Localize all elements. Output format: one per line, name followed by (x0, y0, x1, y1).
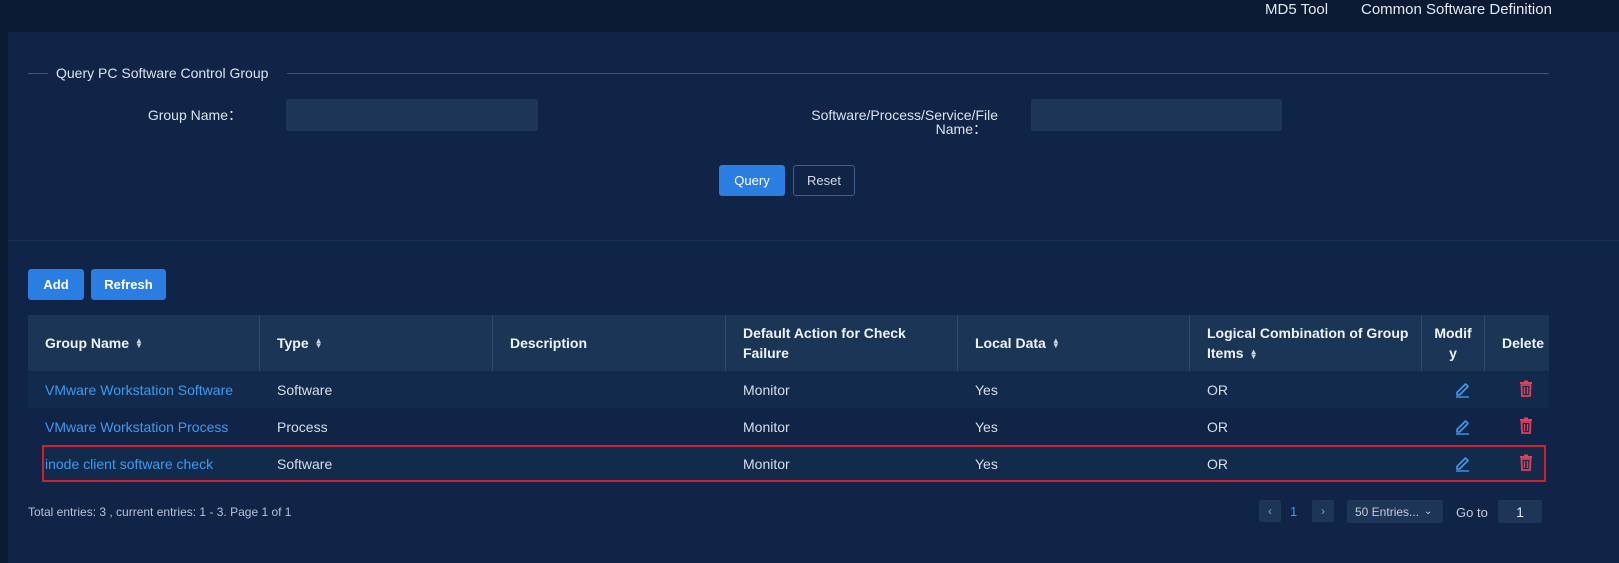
group-name-link[interactable]: VMware Workstation Process (45, 408, 228, 445)
logical-cell: OR (1207, 418, 1228, 435)
sort-icon[interactable]: ▲ ▼ (135, 337, 143, 350)
software-name-input[interactable] (1031, 99, 1282, 131)
top-bar: MD5 Tool Common Software Definition (0, 0, 1619, 32)
header-local-data[interactable]: Local Data ▲ ▼ (958, 315, 1190, 371)
query-section-title: Query PC Software Control Group (56, 65, 269, 81)
logical-cell: OR (1207, 455, 1228, 472)
type-cell: Software (277, 455, 333, 472)
header-group-name-label: Group Name (45, 335, 130, 351)
trash-icon[interactable] (1516, 416, 1536, 436)
query-button[interactable]: Query (719, 165, 785, 196)
page-size-select[interactable]: 50 Entries... ⌄ (1347, 500, 1443, 523)
trash-icon[interactable] (1516, 453, 1536, 473)
header-logical-combination[interactable]: Logical Combination of Group Items ▲ ▼ (1190, 315, 1422, 371)
header-modify: Modif y (1422, 315, 1485, 371)
chevron-left-icon[interactable]: ‹ (1259, 500, 1281, 522)
section-divider (8, 240, 1619, 241)
default-action-cell: Monitor (743, 455, 790, 472)
sort-icon[interactable]: ▲ ▼ (1052, 337, 1060, 350)
pencil-icon[interactable] (1453, 453, 1473, 473)
header-type-label: Type (277, 335, 309, 351)
header-delete-label: Delete (1502, 335, 1545, 351)
trash-icon[interactable] (1516, 379, 1536, 399)
goto-page-input[interactable]: 1 (1498, 500, 1542, 523)
header-default-action: Default Action for Check Failure (726, 315, 958, 371)
header-group-name[interactable]: Group Name ▲ ▼ (28, 315, 260, 371)
page-size-value: 50 Entries... (1355, 504, 1420, 519)
header-default-action-label: Default Action for Check Failure (743, 323, 906, 363)
type-cell: Process (277, 418, 328, 435)
header-local-data-label: Local Data (975, 335, 1046, 351)
header-default-action-line1: Default Action for Check (743, 325, 906, 341)
fieldset-border-left (28, 73, 48, 74)
header-logical-line2: Items (1207, 345, 1244, 361)
local-data-cell: Yes (975, 381, 998, 398)
common-software-definition-link[interactable]: Common Software Definition (1361, 1, 1552, 18)
header-default-action-line2: Failure (743, 345, 789, 361)
software-name-label: Software/Process/Service/File Name： (780, 108, 998, 136)
reset-button[interactable]: Reset (793, 165, 855, 196)
header-logical-combination-label: Logical Combination of Group Items ▲ ▼ (1207, 323, 1408, 363)
header-modify-label: Modif y (1434, 323, 1471, 363)
current-page-number[interactable]: 1 (1290, 504, 1297, 519)
chevron-right-icon[interactable]: › (1312, 500, 1334, 522)
header-delete: Delete (1485, 315, 1549, 371)
goto-label: Go to (1456, 505, 1488, 520)
pencil-icon[interactable] (1453, 379, 1473, 399)
table-row: inode client software check Software Mon… (42, 445, 1546, 482)
sort-icon[interactable]: ▲ ▼ (315, 337, 323, 350)
group-name-link[interactable]: inode client software check (45, 445, 213, 482)
header-modify-line1: Modif (1434, 325, 1472, 341)
table-row: VMware Workstation Process Process Monit… (28, 408, 1549, 445)
logical-cell: OR (1207, 381, 1228, 398)
group-name-input[interactable] (286, 99, 538, 131)
group-name-link[interactable]: VMware Workstation Software (45, 371, 233, 408)
md5-tool-link[interactable]: MD5 Tool (1265, 1, 1328, 18)
default-action-cell: Monitor (743, 381, 790, 398)
default-action-cell: Monitor (743, 418, 790, 435)
type-cell: Software (277, 381, 333, 398)
local-data-cell: Yes (975, 455, 998, 472)
pencil-icon[interactable] (1453, 416, 1473, 436)
table-header: Group Name ▲ ▼ Type ▲ ▼ Description Defaul… (28, 315, 1549, 371)
local-data-cell: Yes (975, 418, 998, 435)
chevron-down-icon: ⌄ (1424, 506, 1433, 517)
header-description-label: Description (510, 335, 588, 351)
sort-icon[interactable]: ▲ ▼ (1250, 348, 1258, 361)
header-logical-line1: Logical Combination of Group (1207, 325, 1409, 341)
fieldset-border-right (287, 73, 1549, 74)
header-description: Description (493, 315, 726, 371)
refresh-button[interactable]: Refresh (91, 269, 166, 300)
pagination-summary: Total entries: 3 , current entries: 1 - … (28, 505, 292, 519)
table-row: VMware Workstation Software Software Mon… (28, 371, 1549, 408)
software-name-label-line1: Software/Process/Service/File (811, 107, 998, 123)
software-name-label-line2: Name： (935, 121, 987, 137)
header-modify-line2: y (1449, 345, 1457, 361)
add-button[interactable]: Add (28, 269, 84, 300)
header-type[interactable]: Type ▲ ▼ (260, 315, 493, 371)
group-name-label: Group Name： (147, 107, 242, 123)
